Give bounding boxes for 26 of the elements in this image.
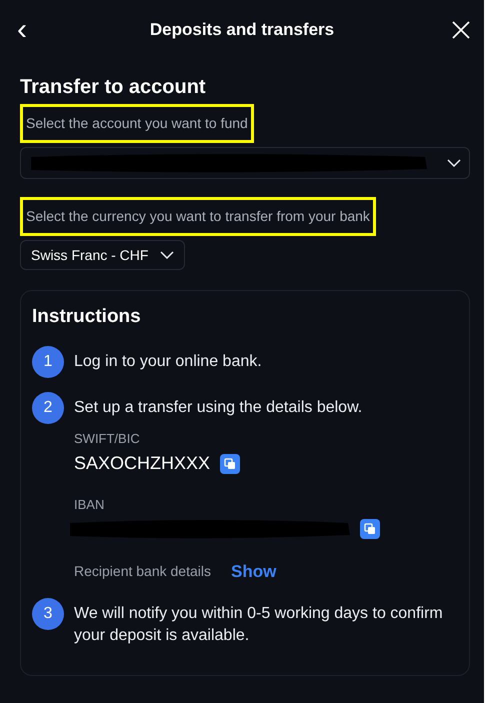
chevron-down-icon	[447, 159, 461, 167]
recipient-label: Recipient bank details	[74, 562, 211, 581]
window-title: Deposits and transfers	[148, 19, 336, 42]
step-number: 1	[32, 346, 64, 378]
step-text: We will notify you within 0-5 working days to confirm your deposit is available.	[74, 604, 444, 646]
show-link[interactable]: Show	[230, 558, 276, 584]
currency-select[interactable]: Swiss Franc - CHF	[20, 240, 186, 270]
iban-label: IBAN	[74, 496, 106, 514]
step-number: 2	[32, 392, 64, 424]
copy-button[interactable]	[360, 518, 380, 538]
field-label: Select the account you want to fund	[20, 104, 254, 143]
back-button[interactable]: ‹	[12, 15, 32, 45]
step-number: 3	[32, 598, 64, 630]
swift-value: SAXOCHZHXXX	[74, 452, 210, 475]
close-icon	[452, 21, 470, 39]
field-label: Select the currency you want to transfer from your bank	[20, 197, 376, 236]
step-text: Log in to your online bank.	[74, 352, 262, 372]
step-text: Set up a transfer using the details below.	[74, 398, 364, 418]
copy-icon	[364, 522, 376, 534]
section-title: Transfer to account	[20, 75, 207, 100]
close-button[interactable]	[452, 20, 472, 40]
copy-button[interactable]	[220, 454, 240, 474]
copy-icon	[224, 458, 236, 470]
swift-label: SWIFT/BIC	[74, 430, 141, 448]
card-title: Instructions	[32, 305, 142, 329]
chevron-down-icon	[160, 251, 174, 259]
